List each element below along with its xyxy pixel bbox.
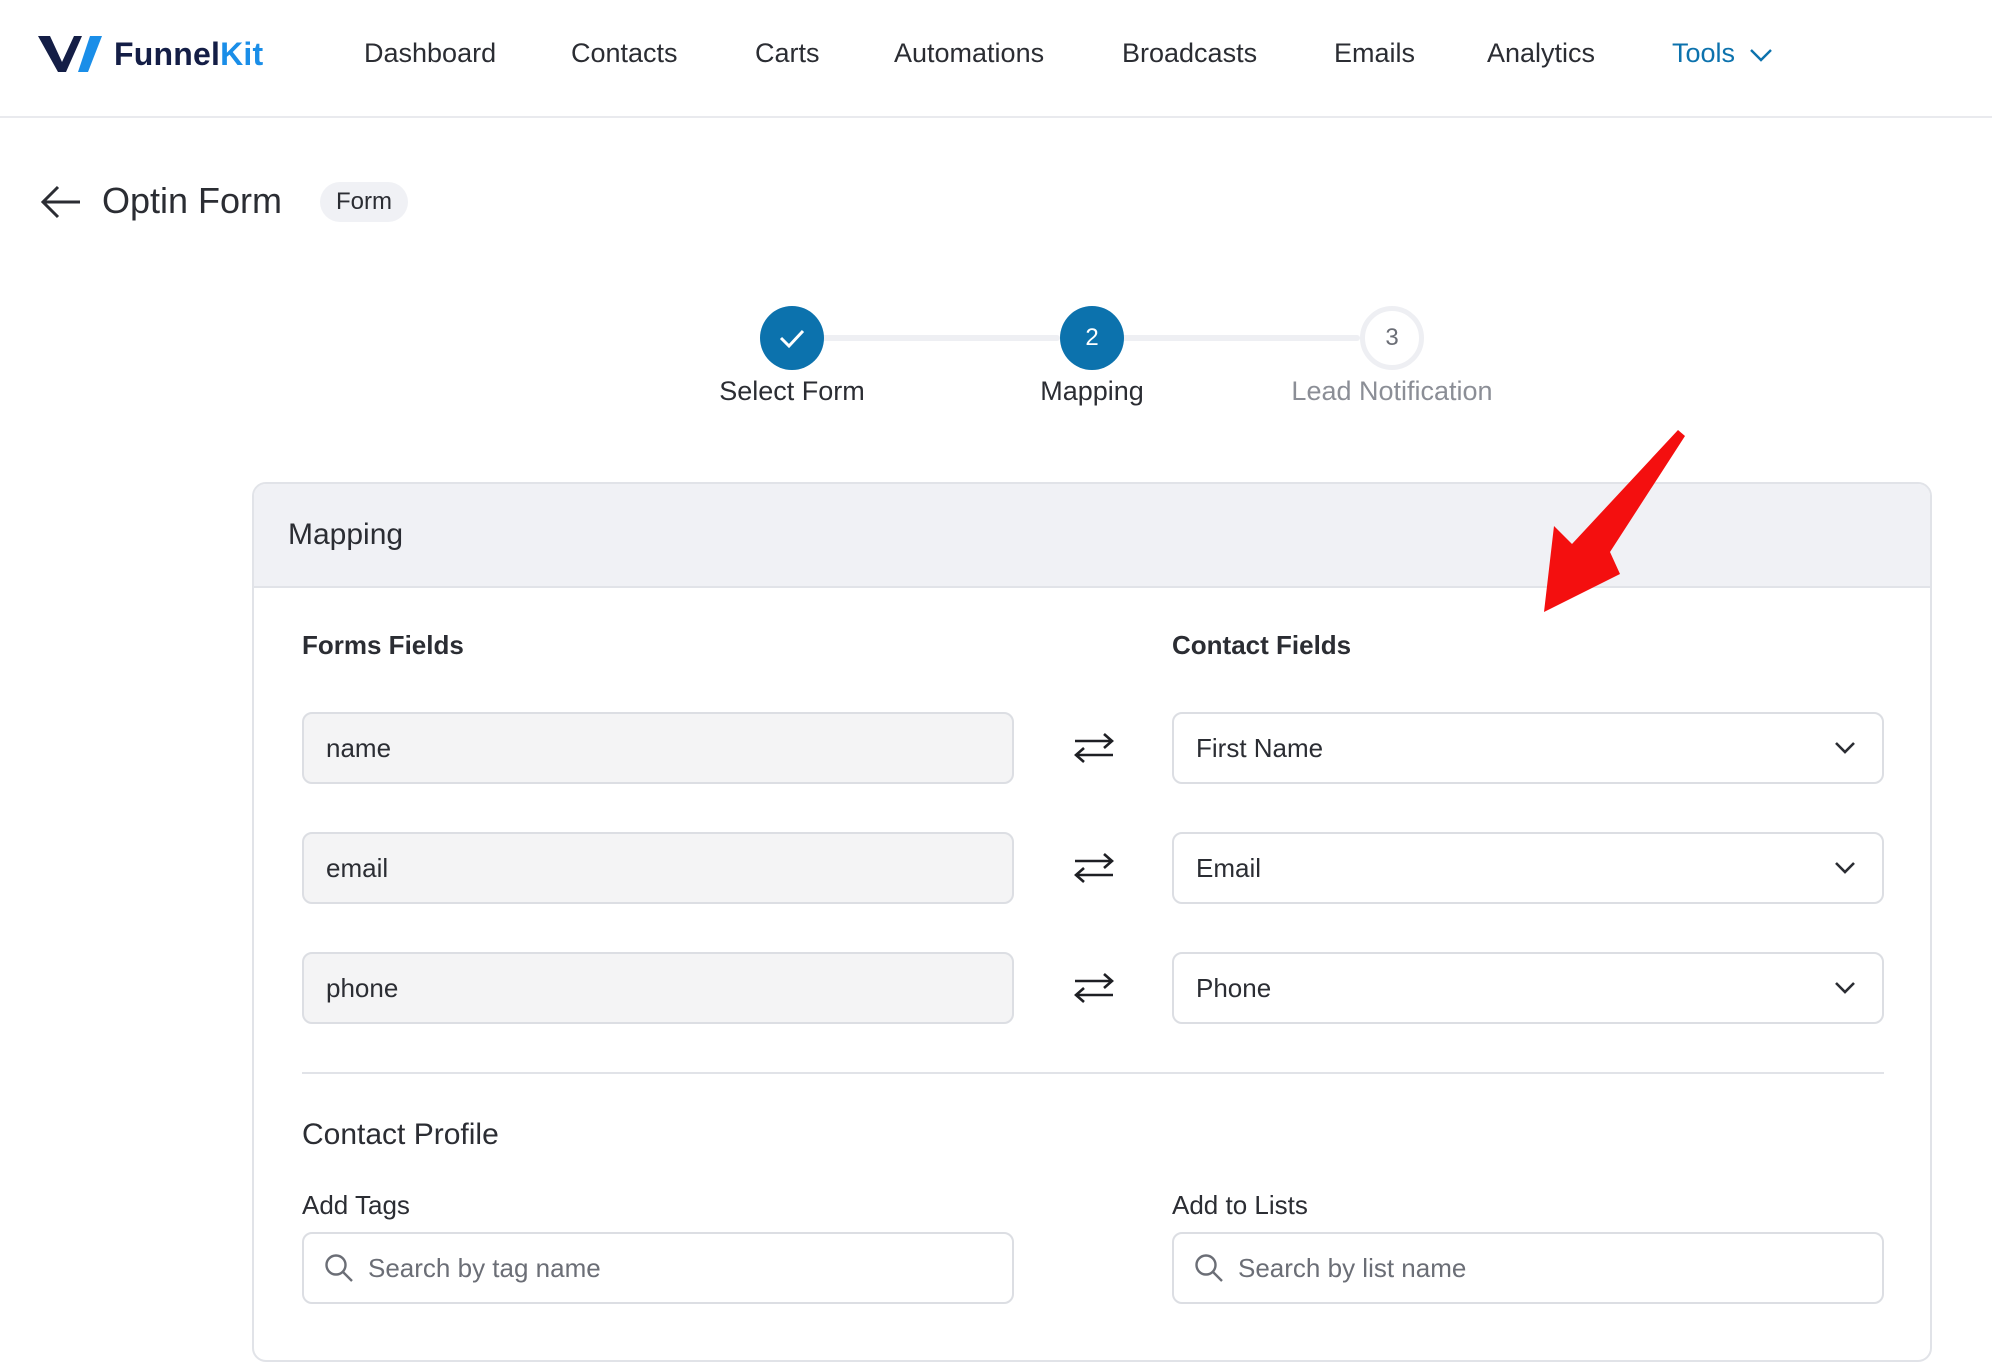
list-search-box: [1172, 1232, 1884, 1304]
add-tags-label: Add Tags: [302, 1190, 410, 1220]
step-1-circle[interactable]: [760, 306, 824, 370]
mapping-card: Mapping Forms Fields Contact Fields name…: [252, 482, 1932, 1362]
step-2-label: Mapping: [1040, 376, 1144, 406]
section-divider: [302, 1072, 1884, 1074]
forms-fields-heading: Forms Fields: [302, 630, 464, 660]
nav-dashboard[interactable]: Dashboard: [364, 38, 496, 69]
add-to-lists-label: Add to Lists: [1172, 1190, 1308, 1220]
step-3-circle[interactable]: 3: [1360, 306, 1424, 370]
step-connector: [1120, 335, 1360, 341]
step-3-label: Lead Notification: [1291, 376, 1493, 406]
swap-arrows-icon: [1074, 853, 1114, 883]
step-connector: [820, 335, 1060, 341]
step-1-label: Select Form: [719, 376, 865, 406]
chevron-down-icon: [1750, 49, 1772, 62]
nav-tools[interactable]: Tools: [1672, 38, 1773, 69]
checkmark-icon: [779, 329, 805, 349]
chevron-down-icon: [1835, 862, 1855, 874]
swap-arrows-icon: [1074, 733, 1114, 763]
card-header: Mapping: [254, 484, 1930, 588]
contact-profile-title: Contact Profile: [302, 1118, 499, 1151]
nav-carts[interactable]: Carts: [755, 38, 820, 69]
nav-automations[interactable]: Automations: [894, 38, 1044, 69]
tag-search-input[interactable]: [368, 1252, 968, 1284]
nav-contacts[interactable]: Contacts: [571, 38, 678, 69]
swap-arrows-icon: [1074, 973, 1114, 1003]
page-title: Optin Form: [102, 180, 283, 221]
chevron-down-icon: [1835, 982, 1855, 994]
top-navigation-bar: FunnelKit Dashboard Contacts Carts Autom…: [0, 0, 1992, 118]
form-field-phone: phone: [302, 952, 1014, 1024]
contact-field-value: Phone: [1196, 972, 1272, 1003]
nav-tools-label: Tools: [1672, 38, 1736, 68]
contact-field-select-2[interactable]: Email: [1172, 832, 1884, 904]
type-badge: Form: [320, 182, 408, 222]
nav-analytics[interactable]: Analytics: [1487, 38, 1595, 69]
nav-emails[interactable]: Emails: [1334, 38, 1415, 69]
contact-field-value: First Name: [1196, 732, 1324, 763]
back-arrow-icon[interactable]: [40, 184, 82, 220]
form-field-email: email: [302, 832, 1014, 904]
contact-fields-heading: Contact Fields: [1172, 630, 1352, 660]
tag-search-box: [302, 1232, 1014, 1304]
chevron-down-icon: [1835, 742, 1855, 754]
contact-field-select-3[interactable]: Phone: [1172, 952, 1884, 1024]
search-icon: [1195, 1254, 1223, 1282]
card-title: Mapping: [288, 518, 404, 551]
logo-wordmark: FunnelKit: [114, 35, 264, 72]
form-field-name: name: [302, 712, 1014, 784]
contact-field-value: Email: [1196, 852, 1262, 883]
search-icon: [325, 1254, 353, 1282]
funnelkit-logo[interactable]: FunnelKit: [38, 32, 263, 76]
step-2-circle[interactable]: 2: [1060, 306, 1124, 370]
nav-broadcasts[interactable]: Broadcasts: [1122, 38, 1257, 69]
contact-field-select-1[interactable]: First Name: [1172, 712, 1884, 784]
funnelkit-logo-icon: [38, 36, 102, 72]
list-search-input[interactable]: [1238, 1252, 1838, 1284]
